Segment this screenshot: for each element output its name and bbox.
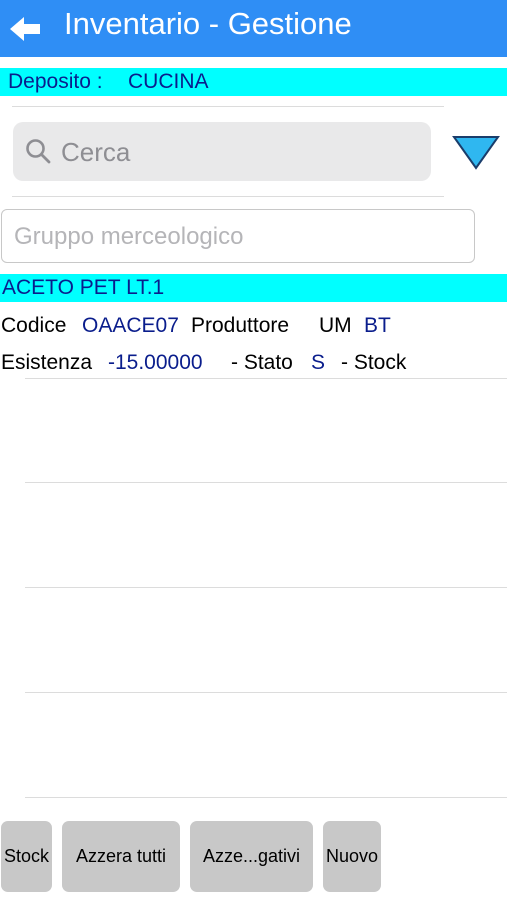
group-field[interactable] xyxy=(1,209,475,264)
group-input[interactable] xyxy=(12,210,466,264)
um-label: UM xyxy=(319,314,352,337)
esistenza-label: Esistenza xyxy=(1,351,93,374)
item-detail-row: Codice OAACE07 Produttore UM BT xyxy=(0,312,507,340)
stato-value: S xyxy=(311,351,326,374)
search-icon xyxy=(26,139,51,164)
divider xyxy=(12,106,444,107)
nuovo-button[interactable]: Nuovo xyxy=(323,821,381,892)
item-stock-row: Esistenza -15.00000 - Stato S - Stock xyxy=(0,349,507,377)
search-input[interactable] xyxy=(59,122,423,183)
row-separator xyxy=(25,482,507,483)
nav-bar: Inventario - Gestione xyxy=(0,0,507,57)
filter-triangle-icon[interactable] xyxy=(452,135,500,171)
row-separator xyxy=(25,378,507,379)
esistenza-value: -15.00000 xyxy=(108,351,203,374)
stock-button[interactable]: Stock xyxy=(1,821,52,892)
item-title[interactable]: ACETO PET LT.1 xyxy=(0,274,507,302)
deposit-value: CUCINA xyxy=(128,70,209,93)
row-separator xyxy=(25,587,507,588)
divider xyxy=(12,196,444,197)
produttore-label: Produttore xyxy=(191,314,290,337)
row-separator xyxy=(25,797,507,798)
back-arrow-icon[interactable] xyxy=(10,14,44,44)
search-bar[interactable] xyxy=(13,122,431,183)
row-separator xyxy=(25,692,507,693)
deposit-label: Deposito : xyxy=(8,70,103,93)
codice-value: OAACE07 xyxy=(82,314,179,337)
azzera-tutti-button[interactable]: Azzera tutti xyxy=(62,821,180,892)
azzera-negativi-button[interactable]: Azze...gativi xyxy=(190,821,313,892)
deposit-bar: Deposito : CUCINA xyxy=(0,68,507,96)
um-value: BT xyxy=(364,314,391,337)
stato-label: - Stato xyxy=(231,351,293,374)
codice-label: Codice xyxy=(1,314,67,337)
page-title: Inventario - Gestione xyxy=(64,6,352,41)
stock-label: - Stock xyxy=(341,351,407,374)
